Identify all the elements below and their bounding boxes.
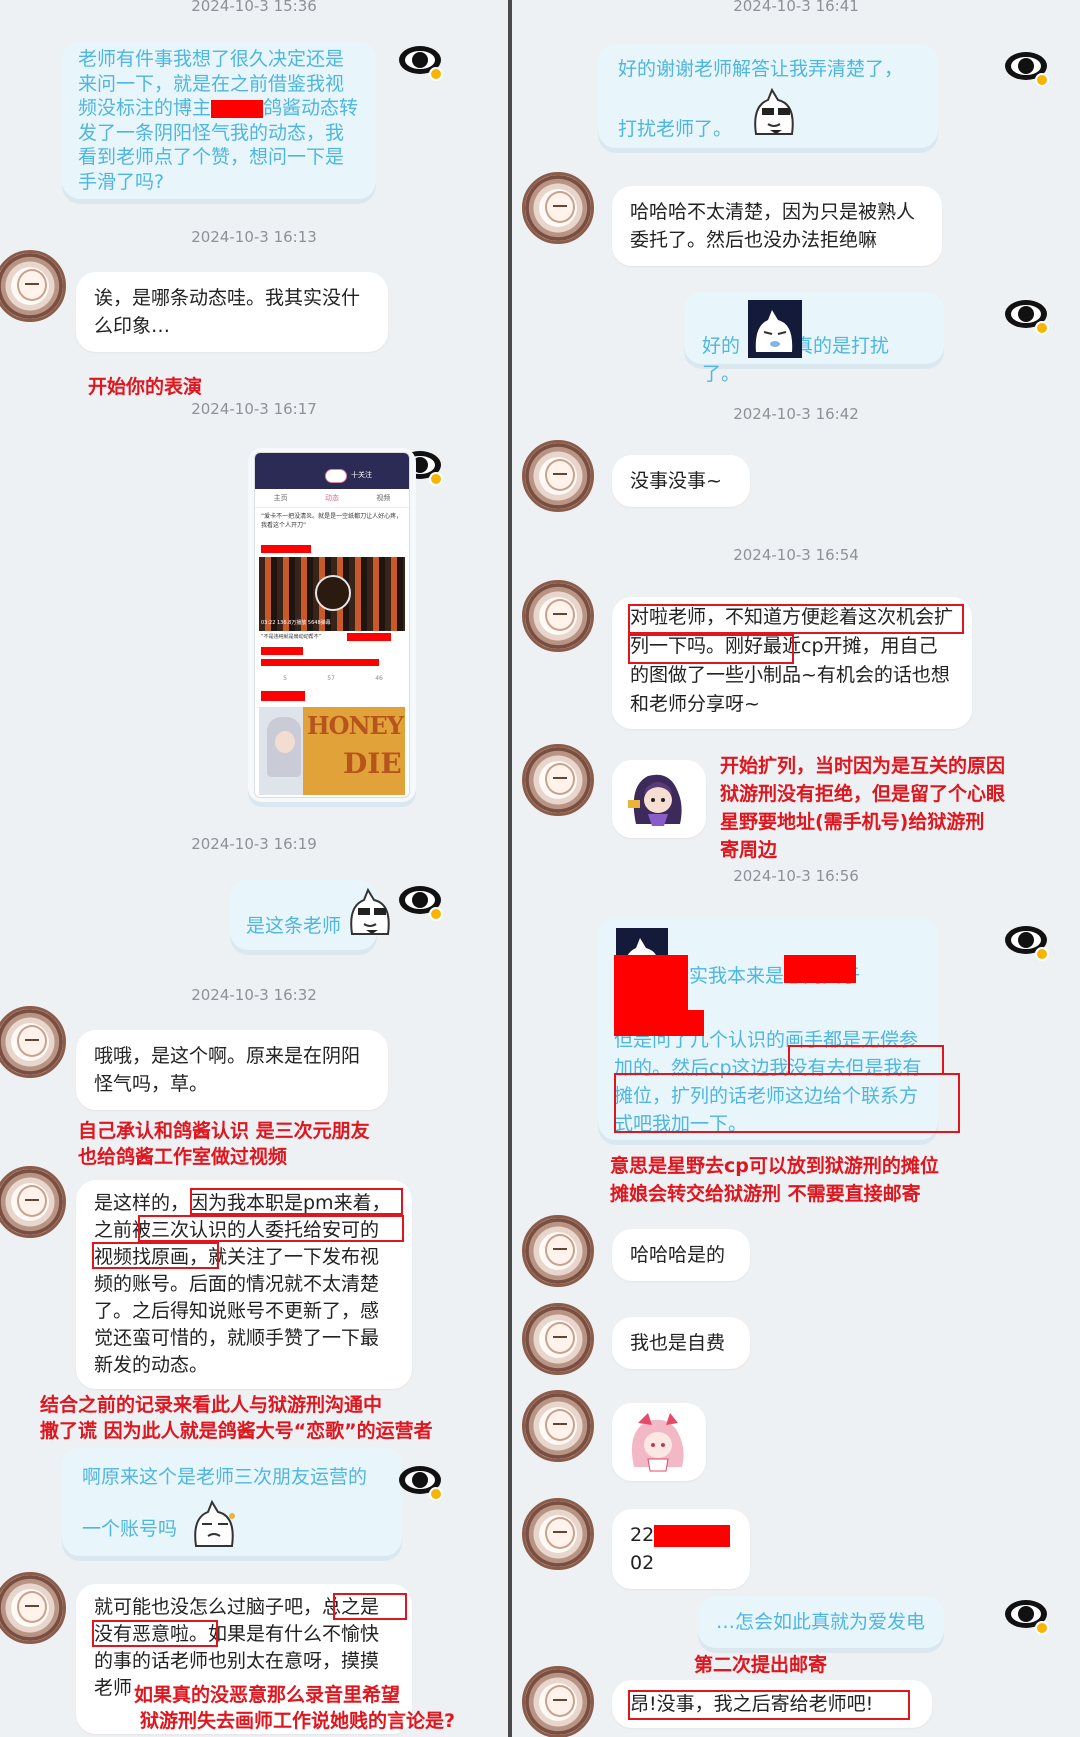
teacher-avatar[interactable] xyxy=(522,580,594,652)
highlight-box xyxy=(614,1073,960,1133)
teacher-message-bubble[interactable]: 哈哈哈是的 xyxy=(612,1229,750,1281)
teacher-message-bubble[interactable]: 没事没事~ xyxy=(612,455,750,507)
teacher-avatar[interactable] xyxy=(522,1215,594,1287)
teacher-avatar[interactable] xyxy=(0,250,66,322)
annotation-note: 狱游刑失去画师工作说她贱的言论是? xyxy=(140,1710,456,1732)
cat-sticker-icon xyxy=(342,886,398,946)
highlight-box xyxy=(788,1045,944,1075)
redacted-block xyxy=(347,633,391,641)
timestamp: 2024-10-3 16:42 xyxy=(733,405,859,423)
timestamp: 2024-10-3 16:19 xyxy=(191,835,317,853)
redacted-block xyxy=(261,545,311,553)
annotation-note: 也给鸽酱工作室做过视频 xyxy=(78,1146,288,1168)
timestamp: 2024-10-3 16:54 xyxy=(733,546,859,564)
sticker-message[interactable] xyxy=(612,760,706,838)
highlight-box xyxy=(190,1188,403,1215)
tab-dynamics: 动态 xyxy=(324,494,339,502)
annotation-note: 开始你的表演 xyxy=(88,376,203,398)
eye-avatar-icon[interactable] xyxy=(1004,44,1054,94)
highlight-box xyxy=(333,1593,407,1620)
annotation-note: 开始扩列，当时因为是互关的原因 狱游刑没有拒绝，但是留了个心眼 星野要地址(需手… xyxy=(720,755,1006,861)
teacher-avatar[interactable] xyxy=(522,1390,594,1462)
cat-sticker-icon xyxy=(748,300,802,358)
teacher-avatar[interactable] xyxy=(0,1006,66,1078)
sticker-message[interactable] xyxy=(612,1403,706,1481)
timestamp: 2024-10-3 16:56 xyxy=(733,867,859,885)
follow-badge: 十关注 xyxy=(351,471,372,479)
my-message-bubble[interactable]: 好的 真的是打扰了。 xyxy=(684,292,944,385)
right-chat-panel: 2024-10-3 16:41 好的谢谢老师解答让我弄清楚了， 打扰老师了。 哈… xyxy=(512,0,1080,1737)
tab-home: 主页 xyxy=(273,494,288,502)
timestamp: 2024-10-3 16:13 xyxy=(191,228,317,246)
profile-tabs: 主页 动态 视频 xyxy=(255,489,409,508)
teacher-avatar[interactable] xyxy=(0,1166,66,1238)
teacher-avatar[interactable] xyxy=(522,172,594,244)
teacher-message-bubble[interactable]: 我也是自费 xyxy=(612,1317,750,1369)
interaction-counts: 5 57 46 xyxy=(283,675,383,682)
my-message-bubble[interactable]: …怎会如此真就为爱发电 xyxy=(698,1596,944,1648)
cat-sticker-icon xyxy=(746,86,802,146)
forward-text: “不是违纯就是扇动动帮不” xyxy=(261,634,322,640)
left-chat-panel: 2024-10-3 15:36 老师有件事我想了很久决定还是来问一下，就是在之前… xyxy=(0,0,508,1737)
annotation-note: 第二次提出邮寄 xyxy=(694,1654,828,1676)
timestamp: 2024-10-3 15:36 xyxy=(191,0,317,15)
cat-sticker-icon xyxy=(186,1498,242,1558)
teacher-message-bubble[interactable]: 哈哈哈不太清楚，因为只是被熟人委托了。然后也没办法拒绝嘛 xyxy=(612,186,942,266)
redacted-block xyxy=(654,1524,731,1547)
redacted-block xyxy=(261,691,305,701)
eye-avatar-icon[interactable] xyxy=(398,38,448,88)
pink-hair-girl-sticker-icon xyxy=(631,1413,684,1472)
annotation-note: 撒了谎 因为此人就是鸽酱大号“恋歌”的运营者 xyxy=(40,1420,433,1442)
redacted-block xyxy=(211,99,264,118)
eye-avatar-icon[interactable] xyxy=(398,1458,448,1508)
annotation-note: 自己承认和鸽酱认识 是三次元朋友 xyxy=(78,1120,370,1142)
teacher-avatar[interactable] xyxy=(522,744,594,816)
video-meta: 03:22 136.8万播放 5648弹幕 xyxy=(261,620,331,626)
teacher-message-bubble[interactable]: 哦哦，是这个啊。原来是在阴阳怪气吗，草。 xyxy=(76,1030,388,1110)
teacher-avatar[interactable] xyxy=(522,1666,594,1737)
highlight-box xyxy=(628,1690,910,1720)
highlight-box xyxy=(628,634,794,664)
redacted-block xyxy=(784,955,856,983)
eye-avatar-icon[interactable] xyxy=(1004,918,1054,968)
my-message-bubble[interactable]: 老师有件事我想了很久决定还是来问一下，就是在之前借鉴我视频没标注的博主 鸽酱动态转… xyxy=(62,42,376,199)
timestamp: 2024-10-3 16:32 xyxy=(191,986,317,1004)
redacted-block xyxy=(614,955,688,1011)
highlight-box xyxy=(92,1242,219,1269)
eye-avatar-icon[interactable] xyxy=(398,878,448,928)
teacher-avatar[interactable] xyxy=(0,1572,66,1644)
timestamp: 2024-10-3 16:17 xyxy=(191,400,317,418)
eye-avatar-icon[interactable] xyxy=(1004,1592,1054,1642)
phone-header: 十关注 xyxy=(255,453,409,489)
redacted-block xyxy=(261,647,303,655)
screenshot-image-message[interactable]: 十关注 主页 动态 视频 “爱卡不一把没清炎。就是是一空纸都刀让人好心疼，我看这… xyxy=(248,448,416,802)
timestamp: 2024-10-3 16:41 xyxy=(733,0,859,15)
highlight-box xyxy=(628,604,964,634)
annotation-note: 意思是星野去cp可以放到狱游刑的摊位 摊娘会转交给狱游刑 不需要直接邮寄 xyxy=(610,1155,939,1205)
phone-screenshot: 十关注 主页 动态 视频 “爱卡不一把没清炎。就是是一空纸都刀让人好心疼，我看这… xyxy=(254,452,410,798)
teacher-avatar[interactable] xyxy=(522,1303,594,1375)
redacted-block xyxy=(614,1010,704,1036)
honey-die-image: HONEY DIE xyxy=(259,707,405,795)
teacher-avatar[interactable] xyxy=(522,1498,594,1570)
highlight-box xyxy=(92,1620,218,1647)
annotation-note: 如果真的没恶意那么录音里希望 xyxy=(134,1682,401,1708)
post-text: “爱卡不一把没清炎。就是是一空纸都刀让人好心疼，我看这个人开刀” xyxy=(261,513,403,529)
redacted-block xyxy=(261,659,379,666)
anime-girl-sticker-icon xyxy=(628,774,682,826)
teacher-message-bubble[interactable]: 诶，是哪条动态哇。我其实没什么印象… xyxy=(76,272,388,352)
teacher-avatar[interactable] xyxy=(522,440,594,512)
annotation-note: 结合之前的记录来看此人与狱游刑沟通中 xyxy=(40,1394,383,1416)
teacher-message-bubble[interactable]: 2202 xyxy=(612,1509,750,1589)
highlight-box xyxy=(138,1215,404,1242)
eye-avatar-icon[interactable] xyxy=(1004,292,1054,342)
tab-videos: 视频 xyxy=(376,494,391,502)
